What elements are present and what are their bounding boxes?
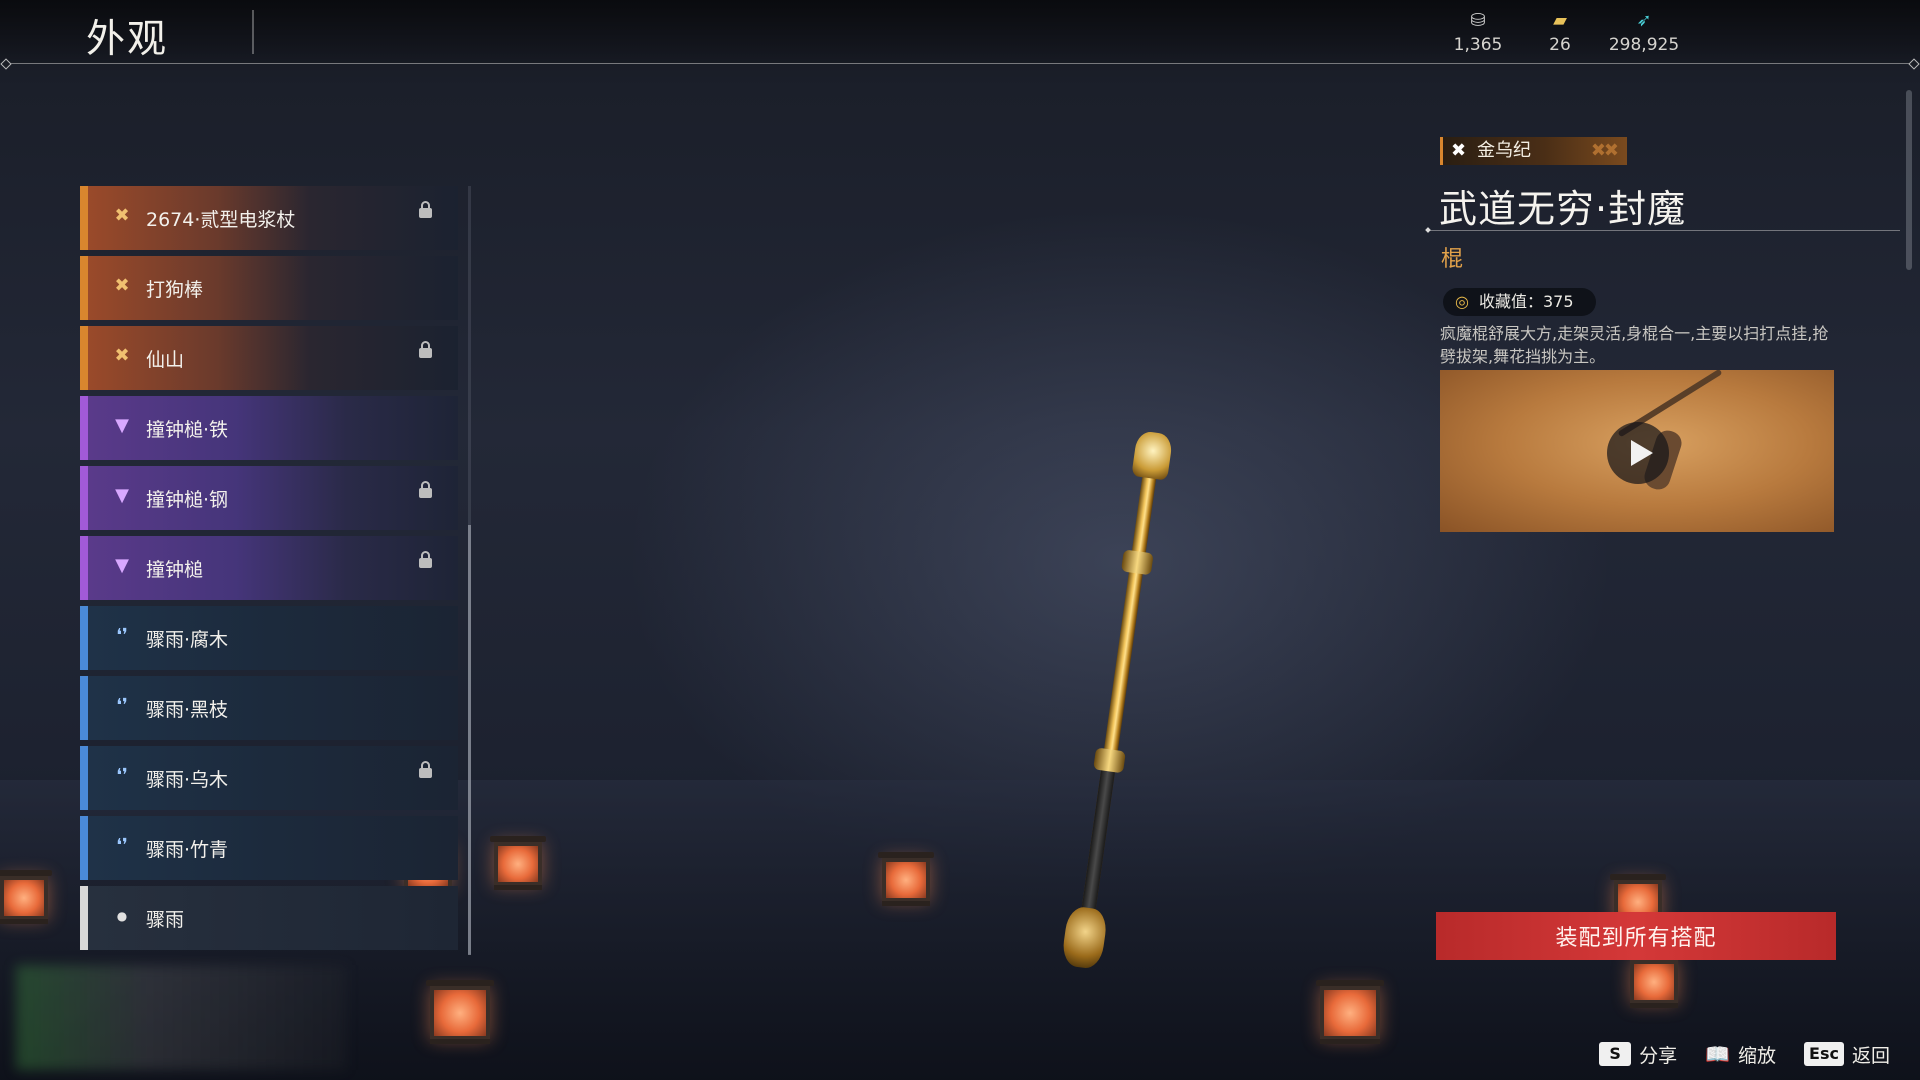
collection-value-badge: ◎ 收藏值：375	[1443, 288, 1596, 316]
weapon-item-name: 打狗棒	[146, 279, 204, 301]
hotkey-label: 缩放	[1738, 1044, 1777, 1067]
header-divider	[6, 63, 1914, 64]
play-icon[interactable]	[1607, 422, 1669, 484]
top-bar: 外观 ⛁ 1,365 ▰ 26 ➶ 298,925	[0, 0, 1920, 64]
list-scrollbar-thumb[interactable]	[468, 525, 471, 955]
rare-icon: ❛❜	[116, 835, 128, 856]
currency-feathers: ➶ 298,925	[1604, 10, 1684, 55]
weapon-list-item[interactable]: ▼ 撞钟槌·铁	[80, 396, 458, 460]
weapon-item-name: 骤雨·乌木	[146, 769, 229, 791]
weapon-skin-list: ✖ 2674·贰型电浆杖 ✖ 打狗棒 ✖ 仙山 ▼ 撞钟槌·铁 ▼ 撞钟槌·钢 …	[80, 186, 460, 956]
weapon-list-item[interactable]: ▼ 撞钟槌	[80, 536, 458, 600]
coin-stack-icon: ⛁	[1470, 10, 1486, 31]
epic-icon: ▼	[115, 485, 129, 506]
hotkey-label: 返回	[1851, 1044, 1890, 1067]
divider-ornament	[1425, 227, 1431, 233]
currency-value: 1,365	[1453, 35, 1503, 55]
weapon-item-name: 撞钟槌·铁	[146, 419, 229, 441]
hotkey-bar: S 分享 📖 缩放 Esc 返回	[1599, 1036, 1890, 1072]
legendary-icon: ✖	[114, 275, 130, 296]
series-name: 金乌纪	[1477, 140, 1531, 161]
key-cap: Esc	[1804, 1042, 1844, 1066]
legendary-icon: ✖	[1451, 140, 1467, 161]
rare-icon: ❛❜	[116, 765, 128, 786]
weapon-type: 棍	[1441, 247, 1464, 272]
weapon-item-name: 骤雨·竹青	[146, 839, 229, 861]
weapon-list-item[interactable]: ✖ 2674·贰型电浆杖	[80, 186, 458, 250]
weapon-list-item[interactable]: ✖ 仙山	[80, 326, 458, 390]
currency-coins: ⛁ 1,365	[1438, 10, 1518, 55]
back-hotkey[interactable]: Esc 返回	[1804, 1041, 1890, 1068]
staff-head	[1131, 430, 1174, 481]
floating-lantern	[0, 870, 52, 924]
weapon-list-item[interactable]: ● 骤雨	[80, 886, 458, 950]
currency-value: 26	[1549, 35, 1571, 55]
weapon-list-item[interactable]: ❛❜ 骤雨·竹青	[80, 816, 458, 880]
weapon-item-name: 骤雨·腐木	[146, 629, 229, 651]
equip-to-all-loadouts-button[interactable]: 装配到所有搭配	[1436, 912, 1836, 960]
zoom-hotkey[interactable]: 📖 缩放	[1705, 1041, 1776, 1068]
weapon-description: 疯魔棍舒展大方,走架灵活,身棍合一,主要以扫打点挂,抢劈拔架,舞花挡挑为主。	[1440, 324, 1829, 366]
blurred-overlay	[16, 965, 346, 1070]
staff-ring	[1093, 747, 1126, 774]
floating-lantern	[426, 980, 494, 1044]
title-underline	[1428, 230, 1900, 231]
staff-foot	[1060, 905, 1109, 971]
weapon-item-name: 骤雨	[146, 909, 185, 931]
weapon-list-item[interactable]: ❛❜ 骤雨·黑枝	[80, 676, 458, 740]
panel-scrollbar[interactable]	[1906, 90, 1912, 270]
page-title: 外观	[86, 17, 169, 62]
weapon-item-name: 撞钟槌·钢	[146, 489, 229, 511]
lock-icon	[419, 201, 432, 218]
ticket-icon: ▰	[1553, 10, 1567, 31]
floating-lantern	[1626, 954, 1682, 1008]
weapon-item-name: 仙山	[146, 349, 185, 371]
share-hotkey[interactable]: S 分享	[1599, 1041, 1677, 1068]
rare-icon: ❛❜	[116, 625, 128, 646]
common-icon: ●	[116, 909, 128, 923]
floating-lantern	[490, 836, 546, 890]
currency-tickets: ▰ 26	[1520, 10, 1600, 55]
weapon-item-name: 撞钟槌	[146, 559, 204, 581]
weapon-list-item[interactable]: ❛❜ 骤雨·腐木	[80, 606, 458, 670]
collection-icon: ◎	[1455, 292, 1469, 311]
series-tag: ✖ 金乌纪 ✖✖	[1440, 137, 1627, 165]
weapon-name: 武道无穷·封魔	[1439, 187, 1687, 231]
weapon-list-item[interactable]: ✖ 打狗棒	[80, 256, 458, 320]
lock-icon	[419, 481, 432, 498]
key-cap: S	[1599, 1042, 1632, 1066]
legendary-icon: ✖	[114, 345, 130, 366]
weapon-list-item[interactable]: ▼ 撞钟槌·钢	[80, 466, 458, 530]
hotkey-label: 分享	[1639, 1044, 1678, 1067]
lock-icon	[419, 551, 432, 568]
weapon-list-item[interactable]: ❛❜ 骤雨·乌木	[80, 746, 458, 810]
lock-icon	[419, 761, 432, 778]
floating-lantern	[878, 852, 934, 906]
collection-value: 收藏值：375	[1479, 292, 1574, 311]
feather-icon: ➶	[1636, 10, 1652, 31]
pattern-icon: ✖✖	[1590, 140, 1619, 161]
epic-icon: ▼	[115, 415, 129, 436]
lock-icon	[419, 341, 432, 358]
weapon-item-name: 骤雨·黑枝	[146, 699, 229, 721]
staff-ring	[1120, 549, 1154, 576]
book-icon: 📖	[1705, 1042, 1731, 1066]
floating-lantern	[1316, 980, 1384, 1044]
title-divider	[252, 10, 254, 54]
moveset-video-preview[interactable]	[1440, 370, 1834, 532]
weapon-item-name: 2674·贰型电浆杖	[146, 209, 296, 231]
legendary-icon: ✖	[114, 205, 130, 226]
rare-icon: ❛❜	[116, 695, 128, 716]
currency-value: 298,925	[1608, 35, 1680, 55]
epic-icon: ▼	[115, 555, 129, 576]
